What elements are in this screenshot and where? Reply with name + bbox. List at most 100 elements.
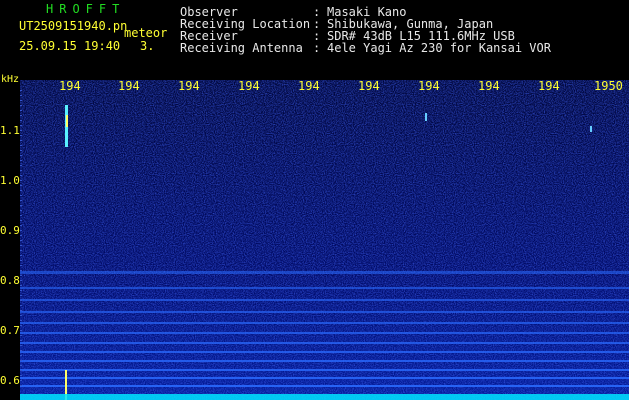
spectrogram bbox=[20, 80, 629, 400]
carrier-band bbox=[20, 342, 629, 344]
carrier-band bbox=[20, 385, 629, 387]
frequency-tick-mark bbox=[20, 325, 22, 326]
frequency-tick-mark bbox=[20, 280, 22, 281]
frequency-tick-mark bbox=[20, 155, 22, 156]
frequency-tick-mark bbox=[20, 245, 22, 246]
ping-2 bbox=[590, 126, 592, 132]
x-tick: 194 bbox=[59, 79, 81, 93]
carrier-band bbox=[20, 287, 629, 289]
frequency-tick-mark bbox=[20, 285, 22, 286]
frequency-tick-mark bbox=[20, 125, 22, 126]
meteor-echo-core bbox=[66, 115, 68, 127]
antenna-label: Receiving Antenna bbox=[180, 41, 303, 55]
y-tick: 0.6 bbox=[0, 374, 20, 387]
frequency-tick-mark bbox=[20, 265, 22, 266]
frequency-tick-mark bbox=[20, 140, 22, 141]
frequency-tick-mark bbox=[20, 105, 22, 106]
frequency-tick-mark bbox=[20, 120, 22, 121]
frequency-tick-mark bbox=[20, 200, 22, 201]
frequency-tick-mark bbox=[20, 175, 22, 176]
y-tick: 1.0 bbox=[0, 174, 20, 187]
x-tick: 194 bbox=[358, 79, 380, 93]
x-tick: 194 bbox=[418, 79, 440, 93]
x-tick: 194 bbox=[118, 79, 140, 93]
frequency-tick-mark bbox=[20, 230, 22, 231]
carrier-band bbox=[20, 332, 629, 334]
frequency-tick-mark bbox=[20, 150, 22, 151]
filename: UT2509151940.pn bbox=[19, 19, 128, 33]
frequency-tick-mark bbox=[20, 220, 22, 221]
meteor-tag: meteor bbox=[124, 26, 168, 40]
app-name: HROFFT bbox=[46, 2, 126, 16]
carrier-band bbox=[20, 351, 629, 353]
bottom-carrier bbox=[20, 394, 629, 400]
carrier-band bbox=[20, 299, 629, 301]
frequency-tick-mark bbox=[20, 300, 22, 301]
x-tick: 194 bbox=[478, 79, 500, 93]
frequency-tick-mark bbox=[20, 330, 22, 331]
x-tick: 194 bbox=[538, 79, 560, 93]
carrier-band bbox=[20, 377, 629, 379]
header-panel: HROFFT UT2509151940.pn meteor 25.09.15 1… bbox=[0, 0, 629, 74]
frequency-tick-mark bbox=[20, 135, 22, 136]
frequency-tick-mark bbox=[20, 130, 22, 131]
y-tick: 0.8 bbox=[0, 274, 20, 287]
antenna-value: 4ele Yagi Az 230 for Kansai VOR bbox=[327, 41, 551, 55]
frequency-tick-mark bbox=[20, 250, 22, 251]
frequency-tick-mark bbox=[20, 215, 22, 216]
frequency-tick-mark bbox=[20, 190, 22, 191]
frequency-tick-mark bbox=[20, 380, 22, 381]
frequency-tick-mark bbox=[20, 225, 22, 226]
frequency-tick-mark bbox=[20, 270, 22, 271]
y-unit-label: kHz bbox=[1, 74, 20, 85]
frequency-tick-mark bbox=[20, 385, 22, 386]
ping-1 bbox=[425, 113, 427, 121]
frequency-tick-mark bbox=[20, 115, 22, 116]
x-tick: 1950 bbox=[594, 79, 623, 93]
carrier-band bbox=[20, 271, 629, 274]
frequency-tick-mark bbox=[20, 145, 22, 146]
y-tick: 0.9 bbox=[0, 224, 20, 237]
frequency-tick-mark bbox=[20, 335, 22, 336]
x-tick: 194 bbox=[298, 79, 320, 93]
sep-4: : bbox=[313, 41, 321, 55]
frequency-tick-mark bbox=[20, 320, 22, 321]
frequency-tick-mark bbox=[20, 290, 22, 291]
frequency-tick-mark bbox=[20, 340, 22, 341]
frequency-tick-mark bbox=[20, 205, 22, 206]
datetime: 25.09.15 19:40 bbox=[19, 39, 121, 53]
frequency-tick-mark bbox=[20, 235, 22, 236]
y-tick: 0.7 bbox=[0, 324, 20, 337]
frequency-tick-mark bbox=[20, 90, 22, 91]
frequency-tick-mark bbox=[20, 305, 22, 306]
frequency-tick-mark bbox=[20, 185, 22, 186]
carrier-band bbox=[20, 322, 629, 324]
frequency-tick-mark bbox=[20, 160, 22, 161]
frequency-tick-mark bbox=[20, 180, 22, 181]
frequency-tick-mark bbox=[20, 375, 22, 376]
frequency-tick-mark bbox=[20, 170, 22, 171]
frequency-tick-mark bbox=[20, 365, 22, 366]
y-tick: 1.1 bbox=[0, 124, 20, 137]
x-tick: 194 bbox=[178, 79, 200, 93]
frequency-tick-mark bbox=[20, 370, 22, 371]
carrier-band bbox=[20, 369, 629, 371]
frequency-tick-mark bbox=[20, 295, 22, 296]
frequency-tick-mark bbox=[20, 95, 22, 96]
carrier-band bbox=[20, 360, 629, 362]
frequency-tick-mark bbox=[20, 100, 22, 101]
frequency-tick-mark bbox=[20, 360, 22, 361]
carrier-band bbox=[20, 311, 629, 313]
frequency-tick-mark bbox=[20, 315, 22, 316]
frequency-tick-mark bbox=[20, 255, 22, 256]
frequency-tick-mark bbox=[20, 110, 22, 111]
x-tick: 194 bbox=[238, 79, 260, 93]
frequency-tick-mark bbox=[20, 355, 22, 356]
frequency-tick-mark bbox=[20, 165, 22, 166]
count: 3. bbox=[140, 39, 155, 53]
frequency-tick-mark bbox=[20, 195, 22, 196]
frequency-tick-mark bbox=[20, 210, 22, 211]
frequency-tick-mark bbox=[20, 350, 22, 351]
frequency-tick-mark bbox=[20, 275, 22, 276]
frequency-tick-mark bbox=[20, 310, 22, 311]
